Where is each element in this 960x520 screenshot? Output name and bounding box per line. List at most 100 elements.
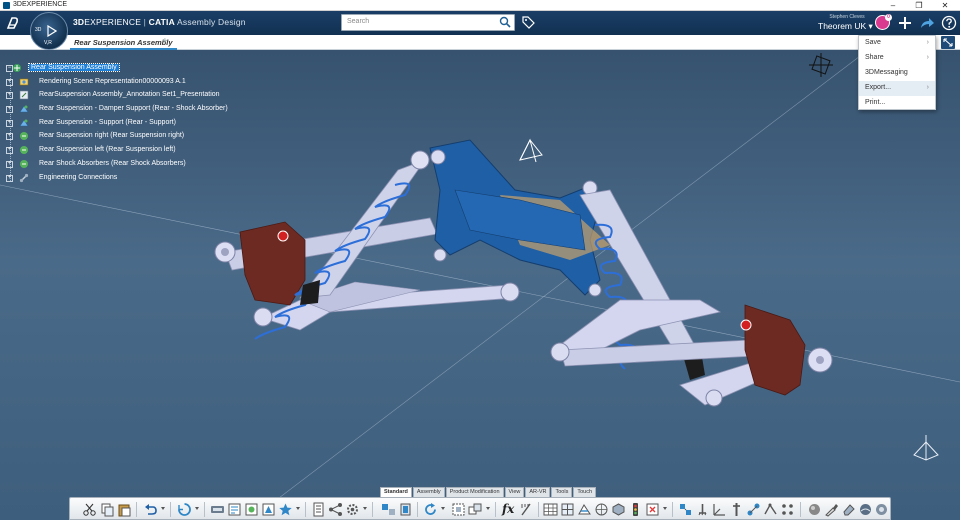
refresh-icon[interactable]	[423, 502, 438, 517]
ambience-icon[interactable]	[858, 502, 873, 517]
menu-item-share[interactable]: Share ›	[859, 51, 935, 66]
paste-icon[interactable]	[117, 502, 132, 517]
tab-product-modification[interactable]: Product Modification	[445, 487, 504, 497]
mechanism-icon[interactable]	[763, 502, 778, 517]
explode-icon[interactable]	[381, 502, 396, 517]
tree-item-label[interactable]: Rear Suspension right (Rear Suspension r…	[39, 132, 184, 139]
menu-item-print[interactable]: Print...	[859, 96, 935, 111]
help-icon[interactable]	[941, 15, 957, 31]
expand-icon[interactable]: +	[6, 147, 13, 155]
action-bar-tabs: Standard Assembly Product Modification V…	[380, 487, 597, 497]
insert-existing-icon[interactable]	[227, 502, 242, 517]
grid-icon[interactable]	[560, 502, 575, 517]
scene-icon	[19, 77, 29, 87]
settings-icon[interactable]	[345, 502, 360, 517]
appearance-icon[interactable]	[874, 502, 889, 517]
tab-touch[interactable]: Touch	[573, 487, 597, 497]
tree-item-label[interactable]: Rear Suspension left (Rear Suspension le…	[39, 146, 176, 153]
manipulate-dropdown-arrow[interactable]	[486, 507, 490, 510]
update-dropdown-arrow[interactable]	[195, 507, 199, 510]
properties-icon[interactable]	[311, 502, 326, 517]
measure-icon[interactable]	[519, 502, 534, 517]
tree-reorder-icon[interactable]	[328, 502, 343, 517]
minimize-button[interactable]: –	[880, 0, 906, 11]
network-icon[interactable]	[594, 502, 609, 517]
fullscreen-icon[interactable]	[941, 36, 955, 49]
separator	[417, 502, 418, 517]
expand-icon[interactable]: +	[6, 119, 13, 127]
fastening-icon[interactable]	[729, 502, 744, 517]
fix-icon[interactable]	[695, 502, 710, 517]
clash-dropdown-arrow[interactable]	[663, 507, 667, 510]
eraser-icon[interactable]	[841, 502, 856, 517]
menu-item-export[interactable]: Export... ›	[859, 81, 935, 96]
expand-icon[interactable]: +	[6, 160, 13, 168]
menu-item-3dmessaging[interactable]: 3DMessaging	[859, 66, 935, 81]
engineering-connection-icon[interactable]	[746, 502, 761, 517]
tree-item-label[interactable]: RearSuspension Assembly_Annotation Set1_…	[39, 91, 220, 98]
favorites-icon[interactable]	[278, 502, 293, 517]
menu-item-save[interactable]: Save ›	[859, 36, 935, 51]
separator	[204, 502, 205, 517]
snap-icon[interactable]	[451, 502, 466, 517]
tab-tools[interactable]: Tools	[551, 487, 573, 497]
share-icon[interactable]	[919, 15, 935, 31]
manipulate-icon[interactable]	[468, 502, 483, 517]
tab-standard[interactable]: Standard	[380, 487, 412, 497]
tab-ar-vr[interactable]: AR-VR	[525, 487, 551, 497]
undo-icon[interactable]	[143, 502, 158, 517]
constraint-icon[interactable]	[678, 502, 693, 517]
pattern-icon[interactable]	[780, 502, 795, 517]
update-icon[interactable]	[177, 502, 192, 517]
render-icon[interactable]	[611, 502, 626, 517]
traffic-light-icon[interactable]	[628, 502, 643, 517]
search-input[interactable]: Search	[341, 14, 515, 31]
undo-dropdown-arrow[interactable]	[161, 507, 165, 510]
tab-assembly[interactable]: Assembly	[412, 487, 445, 497]
compass-3d-label: 3D	[35, 27, 42, 33]
section-icon[interactable]	[577, 502, 592, 517]
dassault-logo-icon[interactable]	[5, 15, 21, 31]
new-representation-icon[interactable]	[261, 502, 276, 517]
compass-widget[interactable]: 3D V,R	[30, 12, 68, 50]
expand-icon[interactable]: +	[6, 133, 13, 141]
product-icon	[19, 159, 29, 169]
tree-item-label[interactable]: Rear Suspension - Support (Rear - Suppor…	[39, 119, 176, 126]
pick-color-icon[interactable]	[824, 502, 839, 517]
clash-icon[interactable]	[645, 502, 660, 517]
os-title-bar: 3DEXPERIENCE – ❐ ✕	[0, 0, 960, 11]
tenant-selector[interactable]: Theorem UK ▾	[818, 21, 873, 32]
tree-root-label[interactable]: Rear Suspension Assembly	[28, 63, 120, 72]
axis-icon[interactable]	[712, 502, 727, 517]
insert-product-icon[interactable]	[210, 502, 225, 517]
tree-item-label[interactable]: Engineering Connections	[39, 174, 117, 181]
tag-icon[interactable]	[522, 16, 535, 29]
expand-icon[interactable]: +	[6, 106, 13, 114]
formula-icon[interactable]: fx	[502, 502, 517, 517]
expand-icon[interactable]: +	[6, 92, 13, 100]
tree-item-label[interactable]: Rear Suspension - Damper Support (Rear -…	[39, 105, 228, 112]
tab-view[interactable]: View	[504, 487, 525, 497]
tree-item-label[interactable]: Rendering Scene Representation00000093 A…	[39, 78, 186, 85]
tree-item-label[interactable]: Rear Shock Absorbers (Rear Shock Absorbe…	[39, 160, 186, 167]
product-icon	[19, 131, 29, 141]
plus-icon[interactable]	[897, 15, 913, 31]
compass-tool-icon[interactable]	[398, 502, 413, 517]
brand-title: 3DEXPERIENCE | CATIA Assembly Design	[73, 17, 246, 27]
search-icon[interactable]	[498, 15, 512, 29]
table-icon[interactable]	[543, 502, 558, 517]
favorites-dropdown-arrow[interactable]	[296, 507, 300, 510]
close-button[interactable]: ✕	[932, 0, 958, 11]
new-part-icon[interactable]	[244, 502, 259, 517]
cut-icon[interactable]	[82, 502, 97, 517]
expand-icon[interactable]: +	[6, 174, 13, 182]
separator	[538, 502, 539, 517]
copy-icon[interactable]	[100, 502, 115, 517]
material-icon[interactable]	[807, 502, 822, 517]
settings-dropdown-arrow[interactable]	[363, 507, 367, 510]
expand-icon[interactable]: +	[6, 78, 13, 86]
add-tab-button[interactable]: +	[162, 36, 168, 47]
refresh-dropdown-arrow[interactable]	[441, 507, 445, 510]
restore-button[interactable]: ❐	[906, 0, 932, 11]
tab-rear-suspension-assembly[interactable]: Rear Suspension Assembly	[70, 35, 177, 50]
